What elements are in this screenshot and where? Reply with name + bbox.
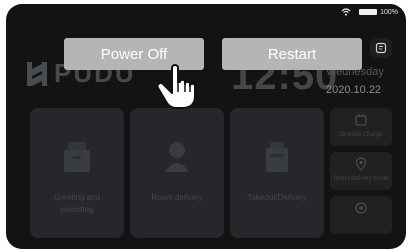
side-actions: One-tap Charge Direct delivery mode (330, 108, 392, 234)
card-greeting[interactable]: Greeting and escorting (30, 108, 124, 238)
card-takeout[interactable]: Takeout/Delivery (230, 108, 324, 238)
card-room-delivery[interactable]: Room delivery (130, 108, 224, 238)
date-label: 2020.10.22 (326, 84, 382, 96)
robot-screen: 100% PUDU 12:50 Wednesday 2020.10.22 Gre… (6, 4, 406, 249)
card-label: Room delivery (151, 193, 203, 202)
pudu-logo-icon (27, 61, 47, 86)
status-bar: 100% (341, 8, 398, 16)
cabinet-icon (64, 142, 90, 172)
battery-level: 100% (380, 8, 398, 16)
battery-icon (359, 9, 378, 15)
card-label: Greeting and escorting (53, 193, 101, 214)
settings-icon (355, 202, 367, 214)
one-tap-charge-button[interactable]: One-tap Charge (330, 108, 392, 146)
charge-icon (355, 114, 367, 126)
location-icon (355, 157, 367, 171)
person-icon (165, 142, 189, 172)
clipboard-button[interactable] (370, 38, 392, 58)
direct-delivery-button[interactable]: Direct delivery mode (330, 152, 392, 190)
clipboard-icon (375, 42, 387, 54)
bag-icon (266, 142, 288, 172)
mode-cards: Greeting and escorting Room delivery Tak… (30, 108, 324, 238)
side-label: One-tap Charge (339, 132, 383, 138)
side-label: Direct delivery mode (333, 176, 389, 182)
settings-button[interactable] (330, 196, 392, 234)
wifi-icon (341, 8, 351, 16)
card-label: Takeout/Delivery (247, 193, 307, 202)
restart-button[interactable]: Restart (222, 38, 362, 70)
tap-hand-icon (156, 64, 196, 109)
battery-indicator: 100% (359, 9, 398, 16)
